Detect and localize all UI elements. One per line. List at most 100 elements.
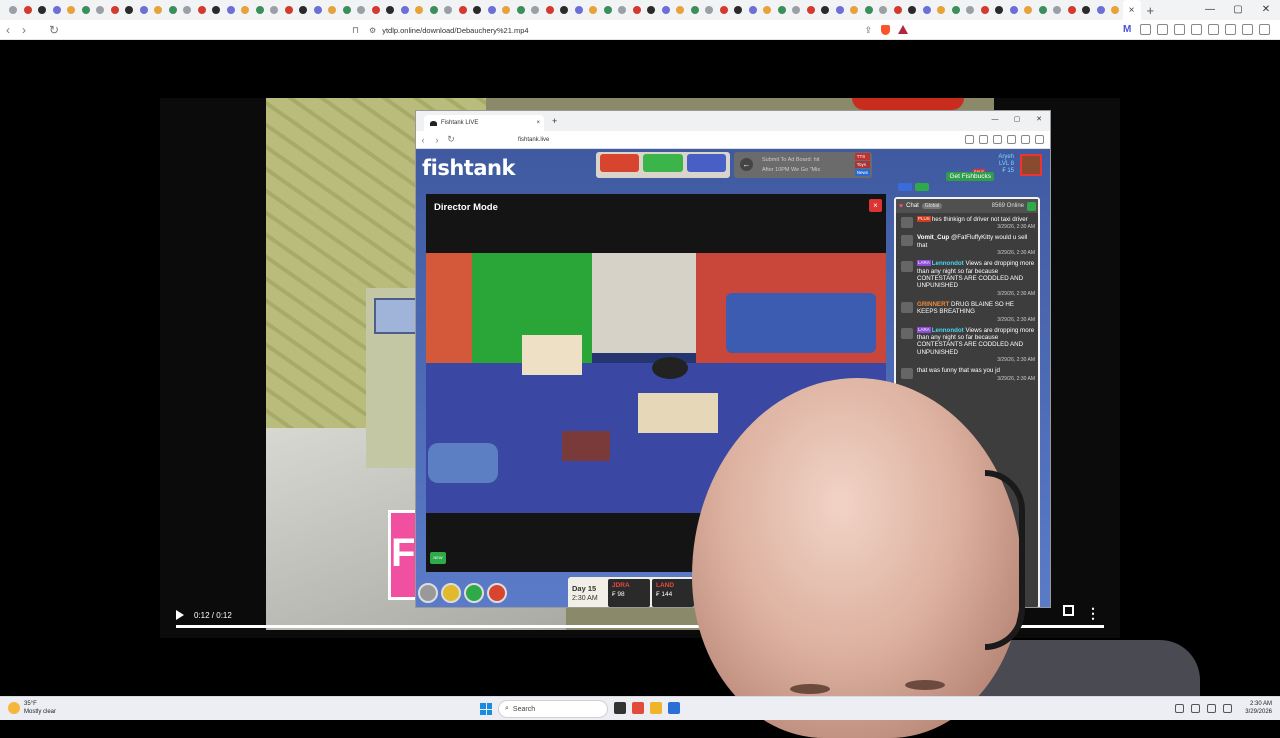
browser-tab[interactable]	[789, 0, 804, 20]
camera-button[interactable]	[600, 154, 640, 172]
browser-tab[interactable]	[833, 0, 848, 20]
chat-avatar[interactable]	[901, 368, 913, 380]
browser-tab[interactable]	[659, 0, 674, 20]
inner-minimize-button[interactable]: —	[984, 111, 1006, 129]
browser-tab[interactable]	[775, 0, 790, 20]
browser-tab[interactable]	[267, 0, 282, 20]
browser-tab[interactable]	[572, 0, 587, 20]
play-icon[interactable]	[176, 610, 184, 620]
battery-icon[interactable]	[1223, 704, 1232, 713]
browser-tab[interactable]	[847, 0, 862, 20]
browser-tab[interactable]	[456, 0, 471, 20]
brave-shields-icon[interactable]	[881, 25, 890, 35]
extension-icon[interactable]	[965, 135, 974, 144]
fullscreen-icon[interactable]	[1063, 605, 1074, 616]
browser-tab[interactable]	[79, 0, 94, 20]
browser-tab[interactable]	[296, 0, 311, 20]
extension-icon[interactable]	[1007, 135, 1016, 144]
chat-avatar[interactable]	[901, 327, 913, 339]
contestant-stat[interactable]: JDRA ₣ 98	[608, 579, 650, 607]
chat-avatar[interactable]	[901, 261, 913, 273]
menu-icon[interactable]	[1259, 24, 1270, 35]
extension-icon[interactable]	[993, 135, 1002, 144]
taskbar-search[interactable]: ⌕ Search	[498, 700, 608, 718]
leo-icon[interactable]	[1225, 24, 1236, 35]
contestant-stat[interactable]: LAND ₣ 144	[652, 579, 694, 607]
chat-avatar[interactable]	[901, 217, 913, 228]
browser-tab[interactable]	[876, 0, 891, 20]
new-tab-button[interactable]: +	[1147, 3, 1155, 18]
browser-tab[interactable]	[528, 0, 543, 20]
browser-tab[interactable]	[383, 0, 398, 20]
browser-tab[interactable]	[514, 0, 529, 20]
browser-tab[interactable]	[615, 0, 630, 20]
browser-tab[interactable]	[891, 0, 906, 20]
browser-tab[interactable]	[180, 0, 195, 20]
browser-tab[interactable]	[963, 0, 978, 20]
sidebar-icon[interactable]	[1191, 24, 1202, 35]
browser-tab[interactable]	[108, 0, 123, 20]
extension-icon[interactable]	[1140, 24, 1151, 35]
extension-icon[interactable]	[979, 135, 988, 144]
volume-icon[interactable]	[1207, 704, 1216, 713]
browser-tab[interactable]	[325, 0, 340, 20]
browser-tab[interactable]	[862, 0, 877, 20]
playlist-icon[interactable]	[1174, 24, 1185, 35]
fishtank-logo[interactable]: fishtank	[422, 156, 515, 180]
browser-tab[interactable]	[340, 0, 355, 20]
browser-tab[interactable]	[905, 0, 920, 20]
chat-username[interactable]: Vomit_Cup	[917, 234, 949, 241]
inventory-icon[interactable]	[464, 583, 484, 603]
browser-tab[interactable]	[557, 0, 572, 20]
brave-rewards-icon[interactable]	[898, 25, 908, 34]
inner-reload-button[interactable]: ↻	[444, 134, 458, 145]
inner-maximize-button[interactable]: ▢	[1006, 111, 1028, 129]
browser-tab[interactable]	[427, 0, 442, 20]
chat-message[interactable]: GRINNERT DRUG BLAINE SO HE KEEPS BREATHI…	[901, 301, 1035, 324]
chat-username[interactable]: Lennondot	[932, 327, 964, 334]
browser-tab[interactable]	[920, 0, 935, 20]
tag-news[interactable]: News	[854, 169, 870, 176]
chat-messages[interactable]: PLUS hes thinkign of driver not taxi driv…	[896, 213, 1038, 383]
browser-tab[interactable]	[122, 0, 137, 20]
share-icon[interactable]: ⇪	[864, 25, 872, 36]
inner-address-url[interactable]: fishtank.live	[518, 137, 549, 143]
chat-message[interactable]: LARA Lennondot Views are dropping more th…	[901, 260, 1035, 298]
browser-tab[interactable]	[543, 0, 558, 20]
more-options-icon[interactable]: ⋮	[1086, 606, 1100, 620]
new-badge[interactable]: NEW	[430, 552, 446, 564]
inner-close-button[interactable]: ✕	[1028, 111, 1050, 129]
browser-tab[interactable]	[1108, 0, 1123, 20]
browser-tab[interactable]	[688, 0, 703, 20]
browser-tab[interactable]	[224, 0, 239, 20]
vpn-icon[interactable]	[1242, 24, 1253, 35]
avatar[interactable]	[1020, 154, 1042, 176]
browser-tab[interactable]	[209, 0, 224, 20]
reload-button[interactable]: ↻	[46, 23, 62, 37]
chat-avatar[interactable]	[901, 235, 913, 247]
minimize-button[interactable]: —	[1196, 0, 1224, 20]
weather-widget[interactable]: 35°F Mostly clear	[8, 700, 56, 716]
browser-tab[interactable]	[441, 0, 456, 20]
browser-tab[interactable]	[354, 0, 369, 20]
file-explorer-icon[interactable]	[650, 702, 662, 714]
task-view-icon[interactable]	[614, 702, 626, 714]
chat-avatar[interactable]	[901, 301, 913, 313]
menu-icon[interactable]	[1035, 135, 1044, 144]
browser-tab[interactable]	[485, 0, 500, 20]
browser-tab[interactable]	[731, 0, 746, 20]
browser-tab[interactable]	[369, 0, 384, 20]
ad-board[interactable]: ← Submit To Ad Board: hit After 10PM We …	[734, 152, 872, 178]
flag-icon[interactable]	[898, 183, 912, 191]
extension-icon[interactable]	[1157, 24, 1168, 35]
chat-username[interactable]: GRINNERT	[917, 301, 949, 308]
browser-tab[interactable]	[35, 0, 50, 20]
browser-tab[interactable]	[630, 0, 645, 20]
inner-back-button[interactable]: ‹	[416, 135, 430, 145]
back-button[interactable]: ‹	[0, 23, 16, 37]
app-icon[interactable]	[668, 702, 680, 714]
site-settings-icon[interactable]: ⚙	[369, 26, 376, 35]
browser-tab[interactable]	[601, 0, 616, 20]
inner-new-tab-button[interactable]: +	[552, 116, 557, 126]
inner-forward-button[interactable]: ›	[430, 135, 444, 145]
